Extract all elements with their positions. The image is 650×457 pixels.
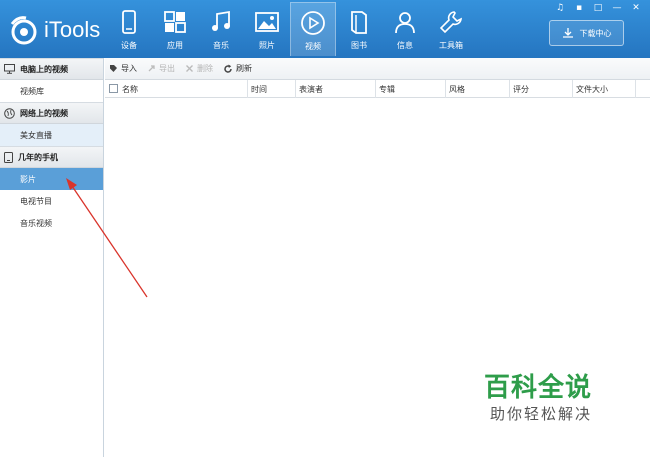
top-header: iTools 设备 应用 音乐 照片 视频 图书 信息 工具箱 ♫ ▪ □ — …: [0, 0, 650, 58]
refresh-icon: [224, 64, 232, 73]
nav-devices-label: 设备: [121, 41, 137, 50]
video-table-header: 名称 时间 表演者 专辑 风格 评分 文件大小: [105, 80, 650, 98]
column-rating[interactable]: 评分: [509, 80, 572, 98]
export-label: 导出: [159, 64, 175, 73]
apps-grid-icon: [164, 11, 186, 33]
music-note-icon: [212, 10, 230, 31]
column-extra: [635, 80, 650, 98]
chat-icon[interactable]: ▪: [571, 1, 587, 15]
sidebar-item-tv-shows[interactable]: 电视节目: [0, 190, 103, 212]
minimize-box-icon[interactable]: □: [590, 1, 606, 15]
action-toolbar: 导入 导出 删除 刷新: [105, 58, 650, 80]
app-logo-text: iTools: [44, 17, 101, 42]
nav-toolbox-label: 工具箱: [439, 41, 463, 50]
book-icon: [351, 11, 367, 34]
phone-icon: [122, 10, 136, 34]
nav-apps[interactable]: 应用: [152, 2, 198, 56]
nav-photos[interactable]: 照片: [244, 2, 290, 56]
delete-label: 删除: [197, 64, 213, 73]
delete-button[interactable]: 删除: [185, 63, 213, 74]
nav-music-label: 音乐: [213, 41, 229, 50]
nav-books[interactable]: 图书: [336, 2, 382, 56]
nav-toolbox[interactable]: 工具箱: [428, 2, 474, 56]
sidebar-group-phone-label: 几年的手机: [18, 152, 58, 162]
sidebar-item-label: 音乐视频: [20, 218, 52, 228]
music-mini-icon[interactable]: ♫: [552, 1, 568, 15]
sidebar: 电脑上的视频 视频库 网络上的视频 美女直播 几年的手机 影片 电视节目 音乐视…: [0, 58, 104, 457]
sidebar-group-pc-videos: 电脑上的视频: [0, 58, 103, 80]
wrench-icon: [439, 11, 462, 34]
tag-icon: [110, 65, 117, 72]
delete-x-icon: [186, 65, 193, 72]
export-button[interactable]: 导出: [147, 63, 175, 74]
window-controls: ♫ ▪ □ — ✕: [552, 1, 644, 15]
import-button[interactable]: 导入: [109, 63, 137, 74]
nav-music[interactable]: 音乐: [198, 2, 244, 56]
nav-info-label: 信息: [397, 41, 413, 50]
device-icon: [4, 151, 13, 163]
globe-icon: [4, 107, 15, 119]
download-center-button[interactable]: 下载中心: [549, 20, 624, 46]
sidebar-item-music-videos[interactable]: 音乐视频: [0, 212, 103, 234]
sidebar-item-label: 美女直播: [20, 130, 52, 140]
sidebar-group-online-videos-label: 网络上的视频: [20, 108, 68, 118]
column-time[interactable]: 时间: [247, 80, 295, 98]
sidebar-group-pc-videos-label: 电脑上的视频: [20, 64, 68, 74]
watermark-title: 百科全说: [484, 373, 593, 403]
refresh-button[interactable]: 刷新: [223, 63, 252, 74]
download-center-label: 下载中心: [579, 28, 612, 38]
column-file-size[interactable]: 文件大小: [572, 80, 635, 98]
column-name[interactable]: 名称: [119, 80, 247, 98]
itools-logo-icon: [10, 16, 37, 45]
column-performer[interactable]: 表演者: [295, 80, 375, 98]
nav-apps-label: 应用: [167, 41, 183, 50]
sidebar-group-online-videos: 网络上的视频: [0, 102, 103, 124]
nav-info[interactable]: 信息: [382, 2, 428, 56]
nav-videos[interactable]: 视频: [290, 2, 336, 56]
export-icon: [148, 65, 155, 72]
nav-photos-label: 照片: [259, 41, 275, 50]
close-icon[interactable]: ✕: [628, 1, 644, 15]
column-album[interactable]: 专辑: [375, 80, 445, 98]
play-circle-icon: [301, 11, 325, 35]
sidebar-item-label: 影片: [20, 174, 36, 184]
photo-icon: [255, 12, 279, 32]
watermark-subtitle: 助你轻松解决: [490, 405, 593, 423]
sidebar-item-label: 视频库: [20, 86, 44, 96]
minimize-icon[interactable]: —: [609, 1, 625, 15]
refresh-label: 刷新: [236, 64, 252, 73]
contact-icon: [395, 12, 415, 34]
import-label: 导入: [121, 64, 137, 73]
nav-videos-label: 视频: [305, 42, 321, 51]
watermark: 百科全说 助你轻松解决: [470, 365, 620, 435]
sidebar-item-label: 电视节目: [20, 196, 52, 206]
main-nav: 设备 应用 音乐 照片 视频 图书 信息 工具箱: [106, 0, 474, 58]
nav-books-label: 图书: [351, 41, 367, 50]
column-genre[interactable]: 风格: [445, 80, 509, 98]
download-icon: [562, 28, 573, 38]
sidebar-group-phone: 几年的手机: [0, 146, 103, 168]
select-all-checkbox[interactable]: [109, 84, 118, 93]
sidebar-item-video-library[interactable]: 视频库: [0, 80, 103, 102]
monitor-icon: [4, 64, 15, 74]
app-logo: iTools: [8, 12, 100, 48]
sidebar-item-live-stream[interactable]: 美女直播: [0, 124, 103, 146]
nav-devices[interactable]: 设备: [106, 2, 152, 56]
sidebar-item-movies[interactable]: 影片: [0, 168, 103, 190]
